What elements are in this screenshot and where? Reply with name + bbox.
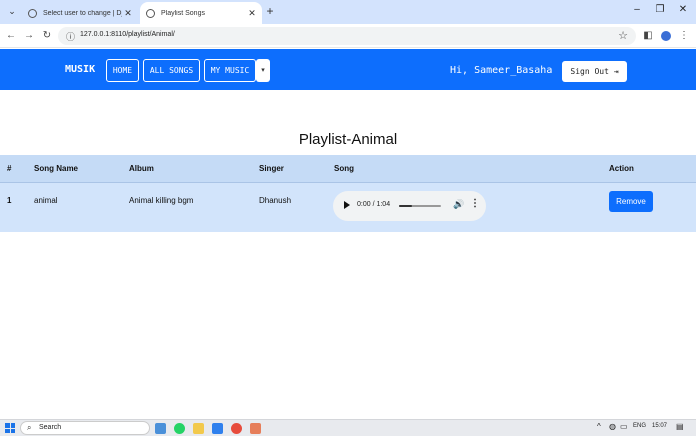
windows-start-icon[interactable] xyxy=(5,423,15,433)
audio-progress-slider[interactable] xyxy=(399,205,441,207)
notification-icon[interactable]: ▤ xyxy=(676,422,684,431)
brand-logo[interactable]: MUSIK xyxy=(65,64,95,75)
tab-playlist-songs[interactable]: Playlist Songs ✕ xyxy=(140,2,262,24)
user-greeting: Hi, Sameer_Basaha xyxy=(450,65,553,76)
column-header-album: Album xyxy=(129,164,154,173)
desktop-app-icon[interactable] xyxy=(155,423,166,434)
os-taskbar: ⌕ Search ^ ◍ ▭ ENG 15:07 ▤ xyxy=(0,419,696,436)
new-tab-icon[interactable]: + xyxy=(264,5,276,17)
nav-home-button[interactable]: HOME xyxy=(106,59,139,82)
singer-name: Dhanush xyxy=(259,196,292,205)
volume-icon[interactable]: 🔊 xyxy=(453,199,464,210)
minimize-icon[interactable]: – xyxy=(627,4,647,15)
column-header-action: Action xyxy=(609,164,634,173)
tray-chevron-icon[interactable]: ^ xyxy=(597,422,601,431)
taskbar-search[interactable]: ⌕ Search xyxy=(20,421,150,435)
close-tab-icon[interactable]: ✕ xyxy=(246,8,258,19)
sign-out-button[interactable]: Sign Out ⇥ xyxy=(562,61,627,82)
browser-toolbar: ← → ↻ ⓘ 127.0.0.1:8110/playlist/Animal/ … xyxy=(0,24,696,48)
browser-menu-icon[interactable]: ⋮ xyxy=(677,29,691,43)
language-indicator[interactable]: ENG xyxy=(633,423,646,429)
browser-tabbar: ⌄ Select user to change | Django ✕ Playl… xyxy=(0,0,696,24)
network-icon[interactable]: ◍ xyxy=(609,422,616,431)
back-icon[interactable]: ← xyxy=(4,29,18,43)
nav-my-music-button[interactable]: MY MUSIC xyxy=(204,59,256,82)
column-header-song: Song xyxy=(334,164,354,173)
page-title: Playlist-Animal xyxy=(298,131,398,148)
globe-icon xyxy=(28,8,37,18)
play-icon[interactable] xyxy=(344,201,350,209)
nav-all-songs-button[interactable]: ALL SONGS xyxy=(143,59,200,82)
audio-time: 0:00 / 1:04 xyxy=(357,201,391,208)
site-info-icon[interactable]: ⓘ xyxy=(66,30,75,43)
column-header-number: # xyxy=(7,164,12,173)
row-number: 1 xyxy=(7,196,12,205)
bookmark-star-icon[interactable]: ☆ xyxy=(618,29,628,42)
url-text[interactable]: 127.0.0.1:8110/playlist/Animal/ xyxy=(80,31,175,38)
site-navbar: MUSIK HOME ALL SONGS MY MUSIC ▾ Hi, Same… xyxy=(0,49,696,90)
column-header-song-name: Song Name xyxy=(34,164,79,173)
column-header-singer: Singer xyxy=(259,164,284,173)
sign-out-icon: ⇥ xyxy=(613,67,619,76)
search-icon: ⌕ xyxy=(27,423,32,432)
remove-button[interactable]: Remove xyxy=(609,191,653,212)
clock[interactable]: 15:07 xyxy=(652,423,667,429)
battery-icon[interactable]: ▭ xyxy=(620,422,628,431)
vscode-icon[interactable] xyxy=(212,423,223,434)
audio-progress-fill xyxy=(399,205,412,207)
table-header-row: # Song Name Album Singer Song Action xyxy=(0,155,696,183)
dropdown-caret-icon[interactable]: ▾ xyxy=(256,59,270,82)
album-name: Animal killing bgm xyxy=(129,196,194,205)
forward-icon[interactable]: → xyxy=(22,29,36,43)
chrome-icon[interactable] xyxy=(231,423,242,434)
reload-icon[interactable]: ↻ xyxy=(40,29,54,43)
file-explorer-icon[interactable] xyxy=(193,423,204,434)
audio-player[interactable]: 0:00 / 1:04 🔊 ⋮ xyxy=(333,191,486,221)
app-icon[interactable] xyxy=(250,423,261,434)
playlist-table: # Song Name Album Singer Song Action 1 a… xyxy=(0,155,696,232)
sign-out-label: Sign Out xyxy=(570,67,609,76)
whatsapp-icon[interactable] xyxy=(174,423,185,434)
tab-title: Select user to change | Django xyxy=(43,9,122,17)
profile-icon[interactable] xyxy=(659,29,673,43)
tab-search-icon[interactable]: ⌄ xyxy=(5,4,19,18)
table-row: 1 animal Animal killing bgm Dhanush 0:00… xyxy=(0,183,696,232)
song-name: animal xyxy=(34,196,58,205)
taskbar-search-label: Search xyxy=(39,424,62,431)
side-panel-icon[interactable]: ◧ xyxy=(641,29,655,43)
restore-icon[interactable]: ❐ xyxy=(650,4,670,15)
tab-title: Playlist Songs xyxy=(161,9,205,17)
tab-django-admin[interactable]: Select user to change | Django ✕ xyxy=(22,2,138,24)
close-tab-icon[interactable]: ✕ xyxy=(122,8,134,19)
address-bar[interactable]: ⓘ 127.0.0.1:8110/playlist/Animal/ ☆ xyxy=(58,27,636,45)
window-close-icon[interactable]: ✕ xyxy=(673,4,693,15)
globe-icon xyxy=(146,8,155,18)
audio-more-icon[interactable]: ⋮ xyxy=(470,198,480,209)
